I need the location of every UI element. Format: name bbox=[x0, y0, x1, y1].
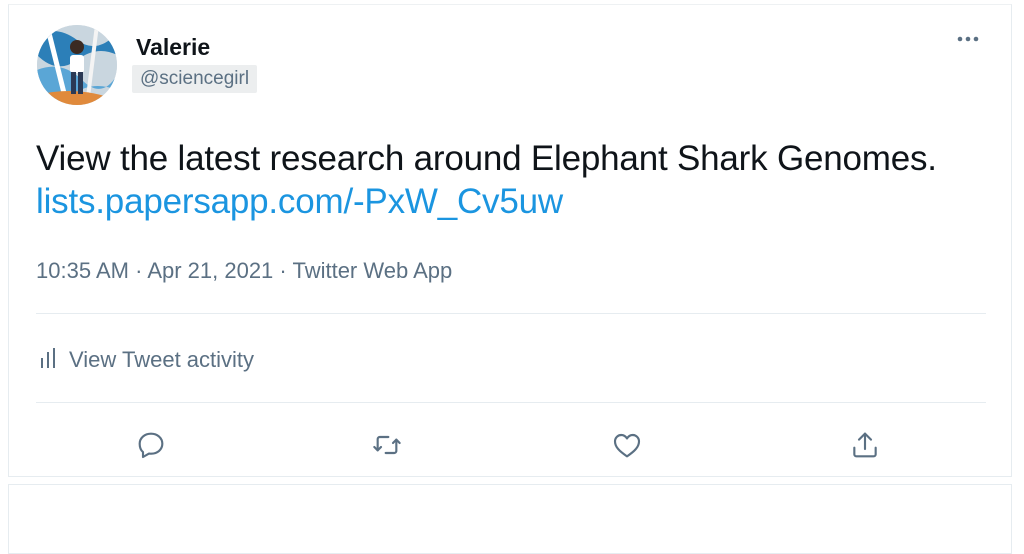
tweet-text-content: View the latest research around Elephant… bbox=[36, 139, 937, 178]
tweet-time[interactable]: 10:35 AM bbox=[36, 258, 129, 283]
meta-separator: · bbox=[279, 258, 287, 283]
like-button[interactable] bbox=[611, 429, 647, 465]
divider bbox=[36, 313, 986, 314]
bar-chart-icon bbox=[39, 347, 59, 374]
share-icon bbox=[849, 432, 881, 465]
tweet-link[interactable]: lists.papersapp.com/-PxW_Cv5uw bbox=[36, 182, 563, 221]
activity-label: View Tweet activity bbox=[69, 347, 255, 372]
avatar[interactable] bbox=[37, 25, 117, 105]
share-button[interactable] bbox=[849, 429, 885, 465]
heart-icon bbox=[611, 433, 643, 465]
author-name[interactable]: Valerie bbox=[136, 34, 210, 61]
tweet-text: View the latest research around Elephant… bbox=[36, 137, 966, 223]
tweet-meta: 10:35 AM · Apr 21, 2021 · Twitter Web Ap… bbox=[36, 258, 452, 284]
retweet-button[interactable] bbox=[371, 429, 407, 465]
tweet-source[interactable]: Twitter Web App bbox=[292, 258, 452, 283]
author-handle[interactable]: @sciencegirl bbox=[132, 65, 258, 93]
next-tweet-card bbox=[8, 484, 1012, 554]
view-activity-link[interactable]: View Tweet activity bbox=[39, 345, 254, 375]
divider bbox=[36, 402, 986, 403]
reply-icon bbox=[135, 432, 167, 465]
tweet-date[interactable]: Apr 21, 2021 bbox=[147, 258, 273, 283]
retweet-icon bbox=[371, 435, 403, 465]
meta-separator: · bbox=[135, 258, 143, 283]
tweet-card: Valerie @sciencegirl View the latest res… bbox=[8, 4, 1012, 477]
avatar-image bbox=[37, 25, 117, 105]
more-options-icon[interactable] bbox=[955, 29, 985, 49]
reply-button[interactable] bbox=[135, 429, 171, 465]
